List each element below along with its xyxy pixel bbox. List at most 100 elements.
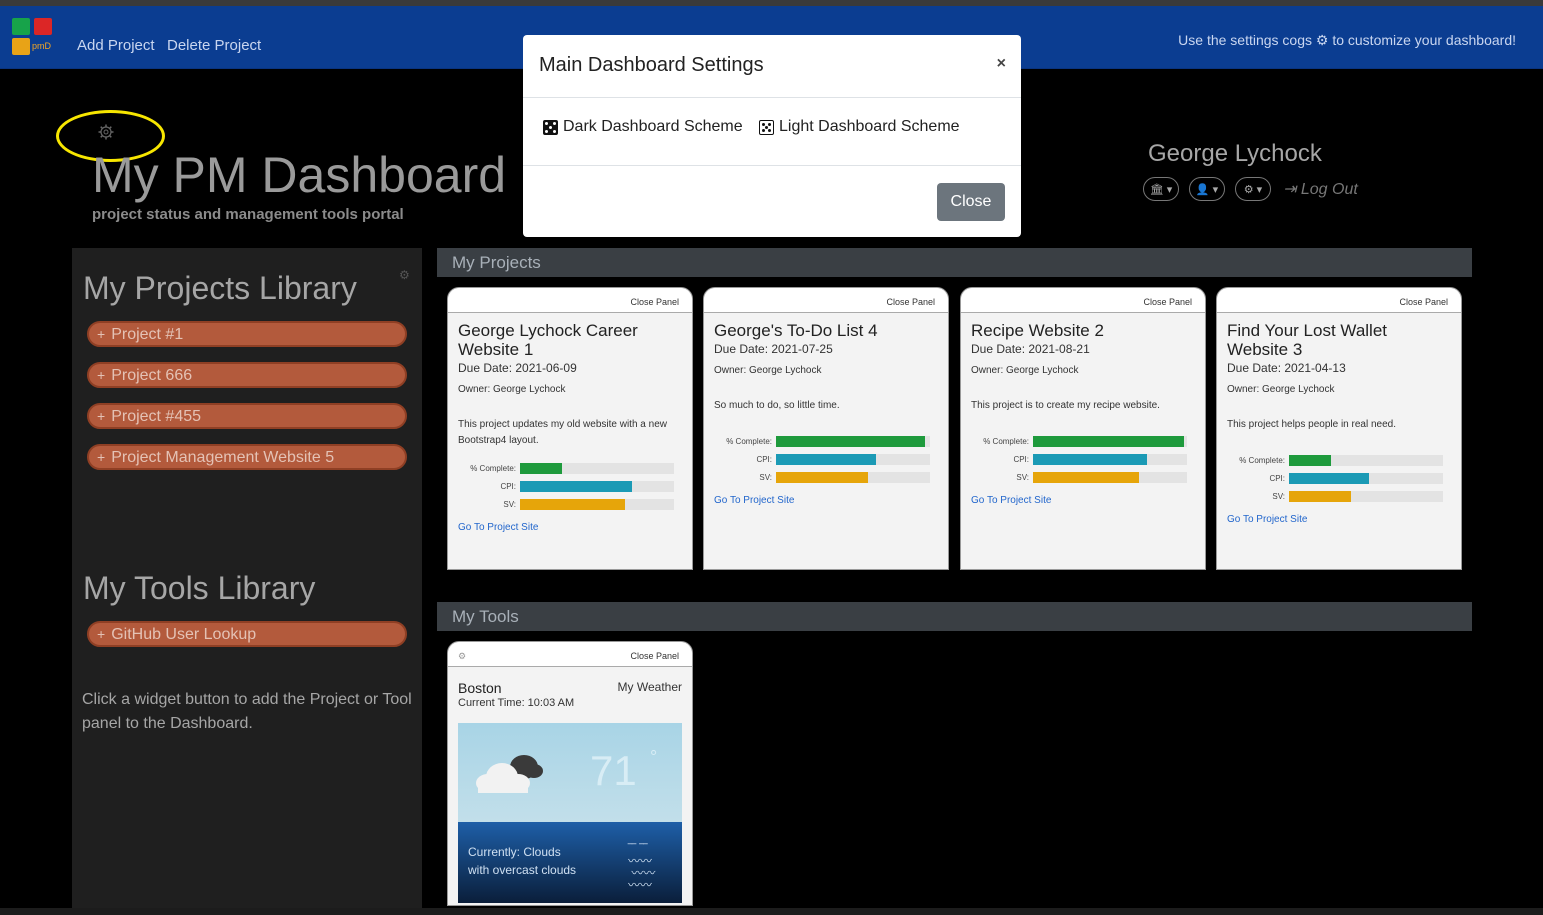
degree-symbol: ° [650,747,658,767]
metric-label: CPI: [1013,454,1029,464]
project-card: Close Panel Recipe Website 2 Due Date: 2… [960,287,1206,570]
dark-scheme-option[interactable]: Dark Dashboard Scheme [543,118,743,136]
settings-hint: Use the settings cogs ⚙ to customize you… [1178,32,1516,48]
cpi-bar [1033,453,1147,465]
metrics: % Complete: CPI: SV: [714,432,938,486]
project-button-label: Project 666 [111,367,193,384]
tool-button-label: GitHub User Lookup [111,626,257,643]
light-scheme-label: Light Dashboard Scheme [779,118,960,135]
close-icon[interactable]: × [997,55,1006,73]
project-site-link[interactable]: Go To Project Site [458,522,682,533]
add-project-link[interactable]: Add Project [77,37,155,54]
card-description: This project is to create my recipe webs… [971,400,1160,411]
os-taskbar [0,908,1543,915]
settings-modal: Main Dashboard Settings × Dark Dashboard… [523,35,1021,237]
metric-label: CPI: [1269,473,1285,483]
sidebar: My Projects Library ⚙ + Project #1 + Proje… [72,248,422,908]
user-name: George Lychock [1148,140,1322,167]
weather-temperature: 71 [590,747,637,794]
modal-body: Dark Dashboard Scheme Light Dashboard Sc… [523,98,1021,166]
card-title: George's To-Do List 4 [714,321,878,340]
project-button[interactable]: + Project #1 [87,321,407,347]
user-dropdown-button[interactable]: 👤 ▾ [1189,177,1225,201]
card-title: Recipe Website 2 [971,321,1104,340]
bank-dropdown-button[interactable]: 🏛 ▾ [1143,177,1179,201]
cpi-track [776,453,930,465]
tool-button[interactable]: + GitHub User Lookup [87,621,407,647]
plus-icon: + [97,367,106,383]
card-owner: Owner: George Lychock [971,365,1079,376]
sv-bar [520,498,625,510]
card-title: George Lychock Career Website 1 [458,321,638,359]
delete-project-link[interactable]: Delete Project [167,37,261,54]
complete-track [776,435,930,447]
close-panel-button[interactable]: Close Panel [630,651,679,661]
weather-time: Current Time: 10:03 AM [458,697,575,709]
logo-orange-square [12,38,30,55]
weather-current: Currently: Clouds [468,845,561,859]
gear-icon[interactable]: ⚙ [399,268,410,282]
logout-link[interactable]: ⇥ Log Out [1283,179,1358,199]
metric-label: SV: [1016,472,1029,482]
my-tools-header: My Tools [437,602,1472,631]
cloud-icon [476,755,543,793]
card-header: Close Panel [1217,288,1461,313]
metric-label: % Complete: [1239,455,1285,465]
page-subtitle: project status and management tools port… [92,206,404,223]
project-button-label: Project Management Website 5 [111,449,335,466]
project-card: Close Panel Find Your Lost Wallet Websit… [1216,287,1462,570]
project-site-link[interactable]: Go To Project Site [714,495,938,506]
sidebar-instructions: Click a widget button to add the Project… [82,691,412,732]
metric-label: CPI: [500,481,516,491]
complete-track [1033,435,1187,447]
close-panel-button[interactable]: Close Panel [630,297,679,307]
project-card: Close Panel George Lychock Career Websit… [447,287,693,570]
card-header: Close Panel [961,288,1205,313]
card-description: So much to do, so little time. [714,400,840,411]
weather-detail: with overcast clouds [468,863,577,877]
metric-label: % Complete: [470,463,516,473]
plus-icon: + [97,449,106,465]
project-button[interactable]: + Project #455 [87,403,407,429]
plus-icon: + [97,626,106,642]
close-panel-button[interactable]: Close Panel [1143,297,1192,307]
complete-bar [776,435,926,447]
gear-icon[interactable]: ⚙ [458,651,466,662]
metric-label: CPI: [756,454,772,464]
metric-label: % Complete: [983,436,1029,446]
complete-track [1289,454,1443,466]
sv-track [520,498,674,510]
metrics: % Complete: CPI: SV: [1227,451,1451,505]
card-description: This project helps people in real need. [1227,419,1396,430]
card-owner: Owner: George Lychock [1227,384,1335,395]
close-panel-button[interactable]: Close Panel [1399,297,1448,307]
cpi-bar [1289,472,1370,484]
project-site-link[interactable]: Go To Project Site [971,495,1195,506]
close-panel-button[interactable]: Close Panel [886,297,935,307]
weather-widget-label: My Weather [617,680,682,694]
card-description: This project updates my old website with… [458,419,667,446]
light-scheme-option[interactable]: Light Dashboard Scheme [759,118,960,136]
metrics: % Complete: CPI: SV: [971,432,1195,486]
card-due-date: Due Date: 2021-06-09 [458,361,577,375]
settings-dropdown-button[interactable]: ⚙ ▾ [1235,177,1271,201]
metrics: % Complete: CPI: SV: [458,459,682,513]
complete-bar [1033,435,1184,447]
project-button[interactable]: + Project Management Website 5 [87,444,407,470]
app-logo[interactable]: pmD [12,18,54,60]
gear-icon: ⚙ ▾ [1243,183,1263,196]
card-header: ⚙ Close Panel [448,642,692,667]
card-owner: Owner: George Lychock [458,384,566,395]
logo-text: pmD [32,41,52,51]
cpi-track [1289,472,1443,484]
project-site-link[interactable]: Go To Project Site [1227,514,1451,525]
user-toolbar: 🏛 ▾ 👤 ▾ ⚙ ▾ ⇥ Log Out [1143,177,1358,201]
sv-track [776,471,930,483]
modal-close-button[interactable]: Close [937,183,1005,221]
modal-header: Main Dashboard Settings × [523,35,1021,98]
project-button[interactable]: + Project 666 [87,362,407,388]
modal-title: Main Dashboard Settings [539,54,764,76]
cpi-track [520,480,674,492]
complete-track [520,462,674,474]
dark-scheme-label: Dark Dashboard Scheme [563,118,743,135]
